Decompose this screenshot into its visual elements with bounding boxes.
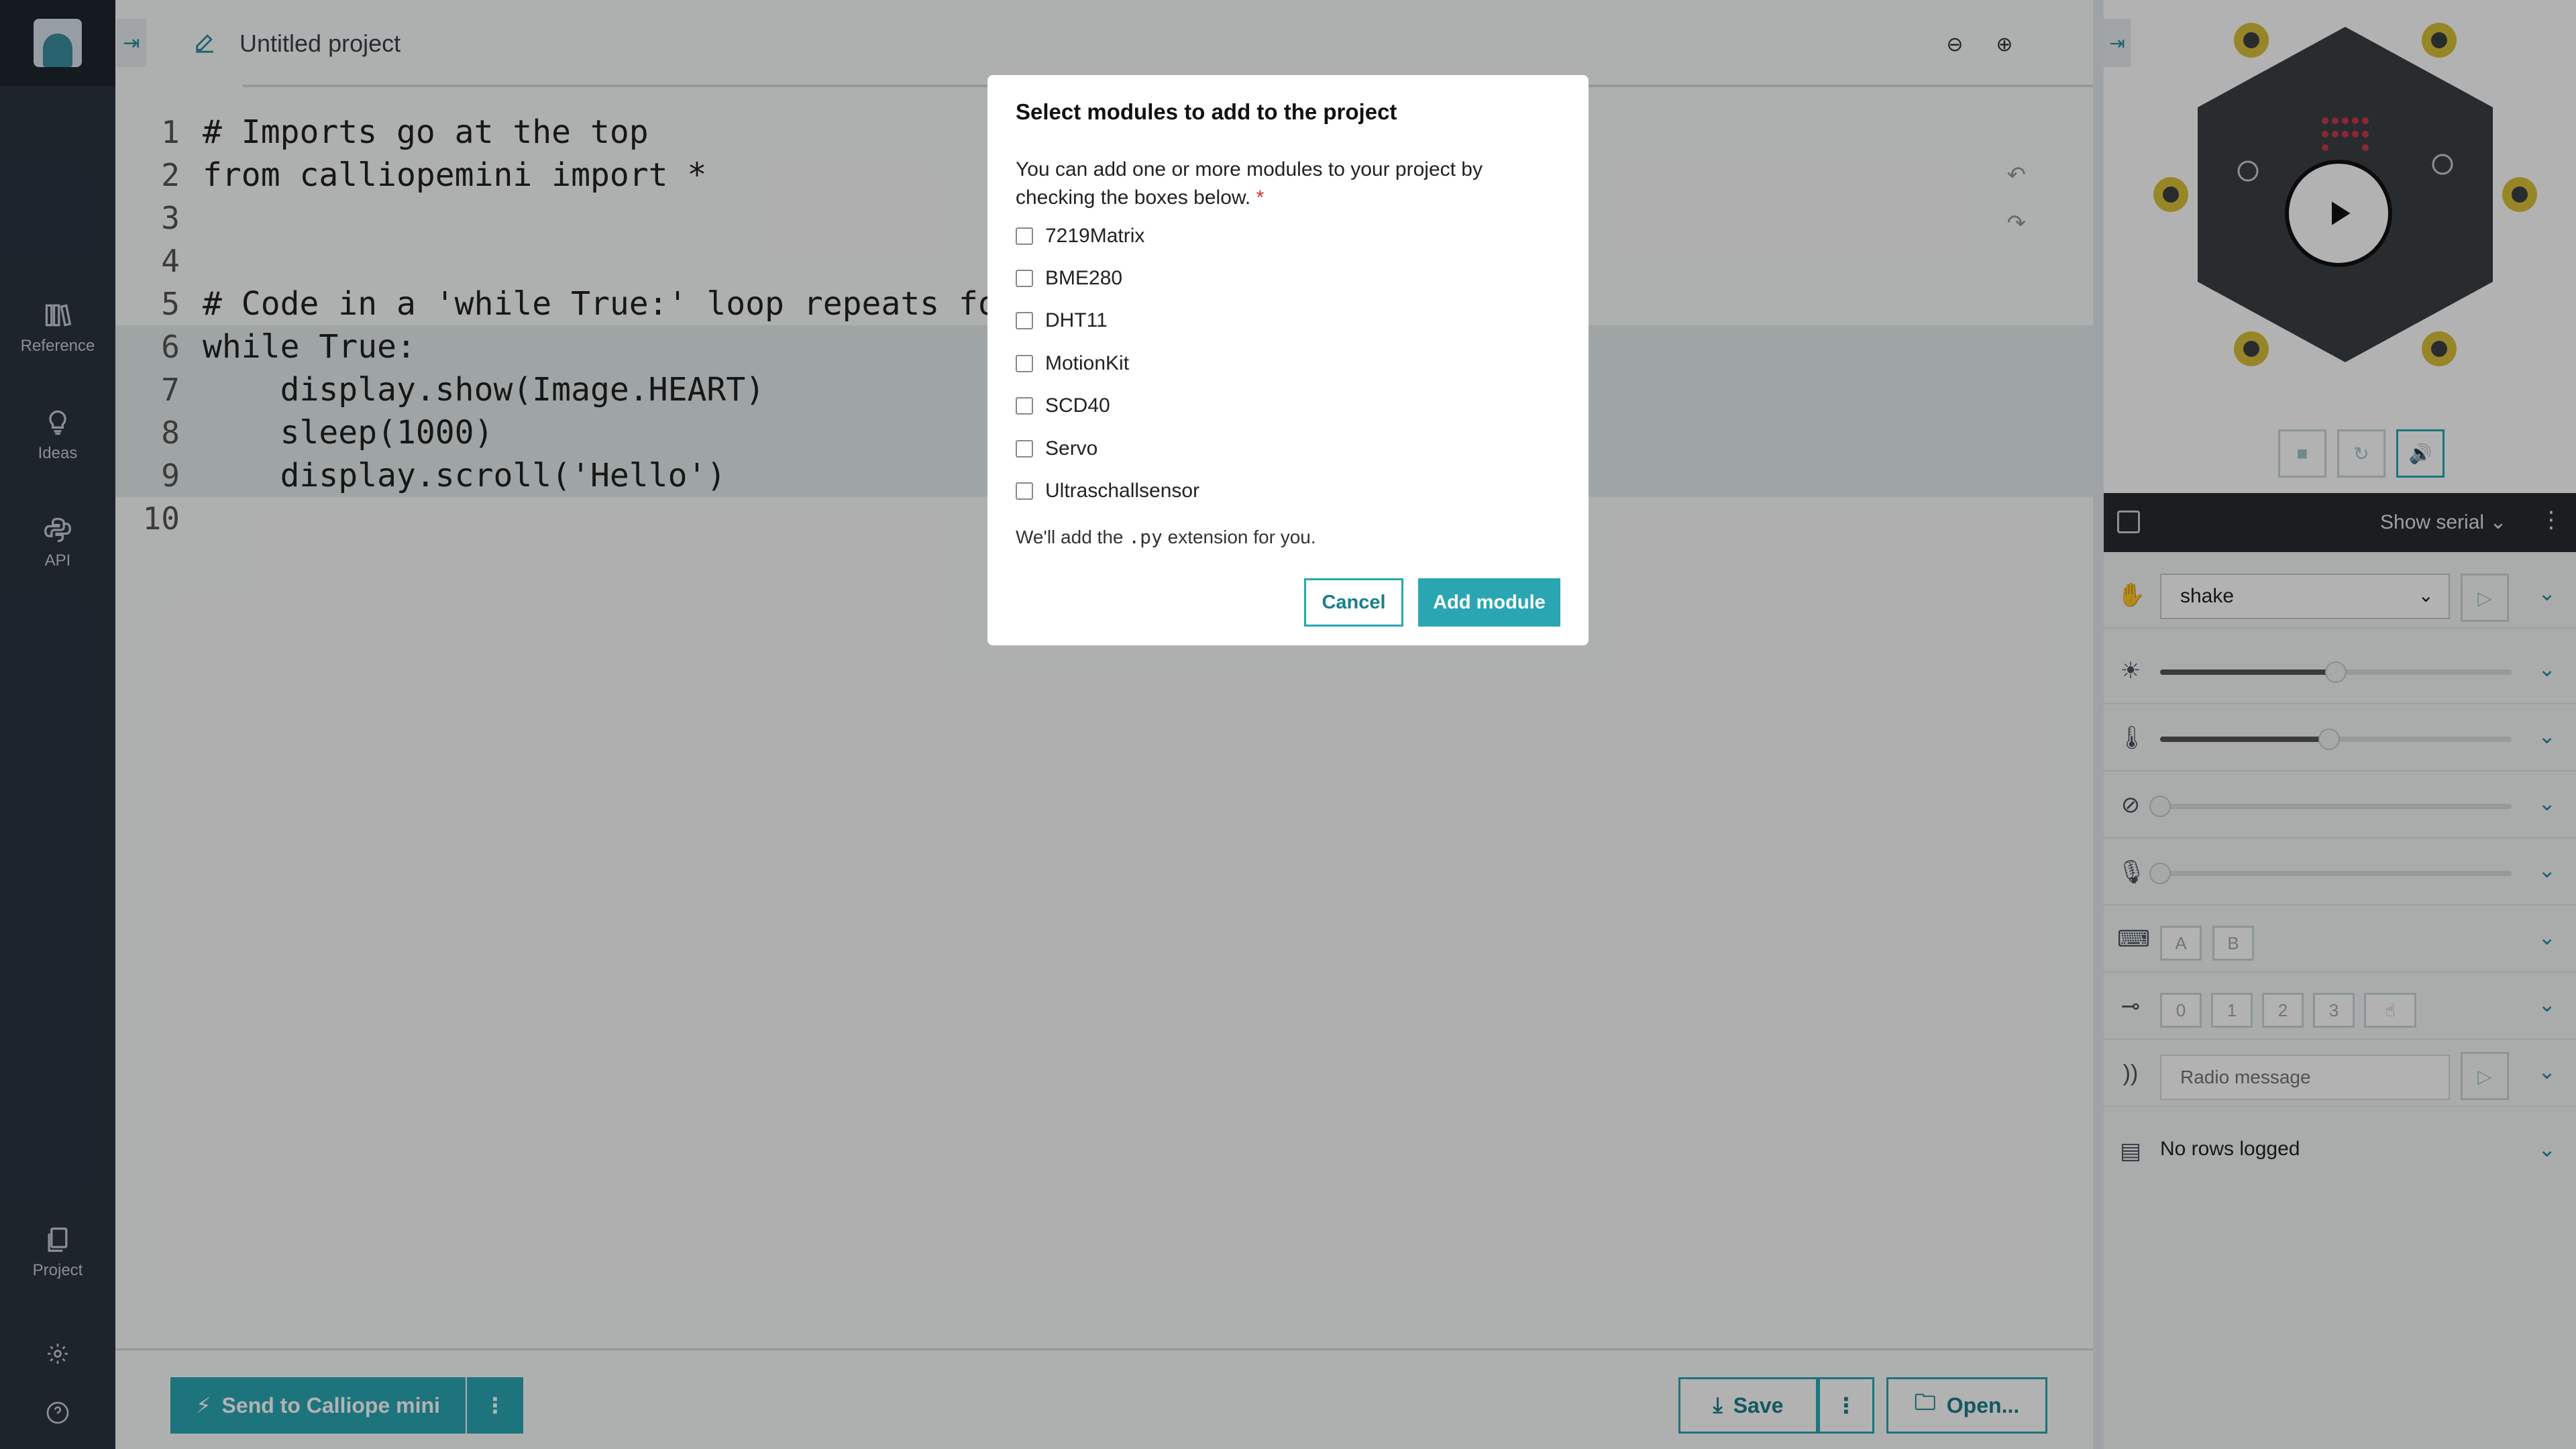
module-option[interactable]: Ultraschallsensor [1016, 478, 1199, 504]
module-option[interactable]: BME280 [1016, 265, 1122, 292]
checkbox[interactable] [1016, 312, 1033, 329]
module-option[interactable]: MotionKit [1016, 350, 1129, 377]
dialog-title: Select modules to add to the project [1016, 99, 1397, 124]
required-mark: * [1256, 186, 1265, 209]
extension-note: We'll add the .py extension for you. [1016, 526, 1316, 548]
module-label: Ultraschallsensor [1045, 480, 1200, 502]
checkbox[interactable] [1016, 397, 1033, 415]
module-label: BME280 [1045, 267, 1123, 289]
module-option[interactable]: Servo [1016, 435, 1097, 462]
checkbox[interactable] [1016, 482, 1033, 500]
add-modules-dialog: Select modules to add to the project You… [987, 75, 1589, 645]
module-option[interactable]: 7219Matrix [1016, 223, 1144, 250]
module-label: SCD40 [1045, 394, 1110, 417]
dialog-description: You can add one or more modules to your … [1016, 156, 1559, 212]
module-label: 7219Matrix [1045, 225, 1145, 247]
checkbox[interactable] [1016, 270, 1033, 287]
module-option[interactable]: DHT11 [1016, 307, 1108, 334]
checkbox[interactable] [1016, 227, 1033, 245]
checkbox[interactable] [1016, 355, 1033, 372]
cancel-button[interactable]: Cancel [1304, 578, 1403, 627]
checkbox[interactable] [1016, 440, 1033, 458]
module-label: DHT11 [1045, 309, 1108, 331]
dialog-description-text: You can add one or more modules to your … [1016, 158, 1483, 209]
module-option[interactable]: SCD40 [1016, 392, 1110, 419]
add-module-button[interactable]: Add module [1418, 578, 1560, 627]
module-label: Servo [1045, 437, 1098, 460]
ext-code: .py [1128, 526, 1163, 548]
ext-after: extension for you. [1167, 527, 1316, 547]
module-label: MotionKit [1045, 352, 1130, 374]
ext-before: We'll add the [1016, 527, 1124, 547]
